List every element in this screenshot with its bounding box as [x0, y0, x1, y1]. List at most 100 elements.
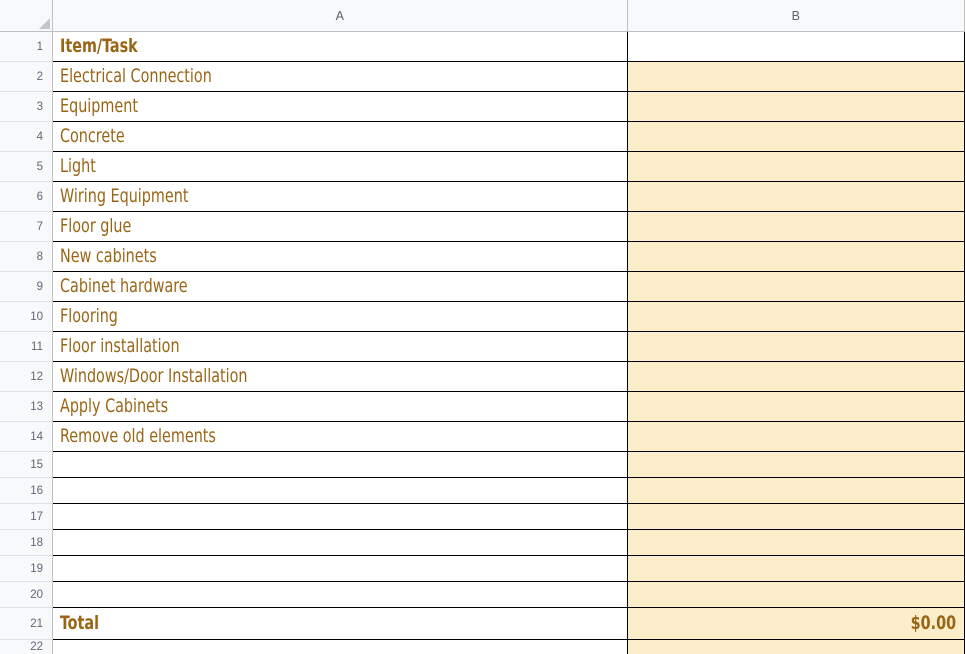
cell-a5-text: Light [60, 155, 96, 177]
cell-a6[interactable]: Wiring Equipment [53, 182, 628, 212]
row-header-13[interactable]: 13 [0, 392, 53, 422]
table-row[interactable]: 9 Cabinet hardware [0, 272, 965, 302]
cell-a5[interactable]: Light [53, 152, 628, 182]
cell-a1-text: Item/Task [60, 35, 138, 57]
cell-a14[interactable]: Remove old elements [53, 422, 628, 452]
row-header-5[interactable]: 5 [0, 152, 53, 182]
cell-a17[interactable] [53, 504, 628, 530]
cell-a22[interactable] [53, 640, 628, 654]
table-row[interactable]: 22 [0, 640, 965, 654]
cell-a13[interactable]: Apply Cabinets [53, 392, 628, 422]
row-header-17[interactable]: 17 [0, 504, 53, 530]
cell-b5[interactable] [628, 152, 965, 182]
cell-b20[interactable] [628, 582, 965, 608]
cell-a8-text: New cabinets [60, 245, 157, 267]
table-row[interactable]: 3 Equipment [0, 92, 965, 122]
table-row[interactable]: 20 [0, 582, 965, 608]
row-header-7[interactable]: 7 [0, 212, 53, 242]
row-header-20[interactable]: 20 [0, 582, 53, 608]
table-row[interactable]: 15 [0, 452, 965, 478]
table-row[interactable]: 2 Electrical Connection [0, 62, 965, 92]
table-row[interactable]: 18 [0, 530, 965, 556]
row-header-9[interactable]: 9 [0, 272, 53, 302]
cell-a20[interactable] [53, 582, 628, 608]
grid-body[interactable]: 1 Item/Task 2 Electrical Connection 3 Equipme… [0, 32, 965, 654]
cell-b10[interactable] [628, 302, 965, 332]
row-header-4[interactable]: 4 [0, 122, 53, 152]
cell-a18[interactable] [53, 530, 628, 556]
row-header-10[interactable]: 10 [0, 302, 53, 332]
row-header-8[interactable]: 8 [0, 242, 53, 272]
cell-b9[interactable] [628, 272, 965, 302]
table-row[interactable]: 4 Concrete [0, 122, 965, 152]
cell-a15[interactable] [53, 452, 628, 478]
table-row[interactable]: 21 Total $0.00 [0, 608, 965, 640]
table-row[interactable]: 6 Wiring Equipment [0, 182, 965, 212]
table-row[interactable]: 13 Apply Cabinets [0, 392, 965, 422]
cell-b16[interactable] [628, 478, 965, 504]
cell-a7[interactable]: Floor glue [53, 212, 628, 242]
table-row[interactable]: 7 Floor glue [0, 212, 965, 242]
cell-a1[interactable]: Item/Task [53, 32, 628, 62]
cell-b4[interactable] [628, 122, 965, 152]
cell-a19[interactable] [53, 556, 628, 582]
cell-a2[interactable]: Electrical Connection [53, 62, 628, 92]
row-header-6[interactable]: 6 [0, 182, 53, 212]
row-header-16[interactable]: 16 [0, 478, 53, 504]
cell-b7[interactable] [628, 212, 965, 242]
cell-b11[interactable] [628, 332, 965, 362]
select-all-corner[interactable] [0, 0, 53, 31]
row-header-22[interactable]: 22 [0, 640, 53, 654]
table-row[interactable]: 14 Remove old elements [0, 422, 965, 452]
cell-b18[interactable] [628, 530, 965, 556]
table-row[interactable]: 11 Floor installation [0, 332, 965, 362]
table-row[interactable]: 12 Windows/Door Installation [0, 362, 965, 392]
row-header-19[interactable]: 19 [0, 556, 53, 582]
cell-a8[interactable]: New cabinets [53, 242, 628, 272]
cell-b12[interactable] [628, 362, 965, 392]
cell-a10[interactable]: Flooring [53, 302, 628, 332]
table-row[interactable]: 5 Light [0, 152, 965, 182]
table-row[interactable]: 16 [0, 478, 965, 504]
table-row[interactable]: 8 New cabinets [0, 242, 965, 272]
cell-b21[interactable]: $0.00 [628, 608, 965, 640]
row-header-1[interactable]: 1 [0, 32, 53, 62]
cell-a11-text: Floor installation [60, 335, 180, 357]
cell-a16[interactable] [53, 478, 628, 504]
cell-b19[interactable] [628, 556, 965, 582]
cell-a4[interactable]: Concrete [53, 122, 628, 152]
cell-b1[interactable] [628, 32, 965, 62]
cell-b17[interactable] [628, 504, 965, 530]
row-header-2[interactable]: 2 [0, 62, 53, 92]
cell-b8[interactable] [628, 242, 965, 272]
cell-b2[interactable] [628, 62, 965, 92]
row-header-15[interactable]: 15 [0, 452, 53, 478]
column-header-a[interactable]: A [53, 0, 628, 31]
cell-a9[interactable]: Cabinet hardware [53, 272, 628, 302]
table-row[interactable]: 10 Flooring [0, 302, 965, 332]
cell-a3[interactable]: Equipment [53, 92, 628, 122]
table-row[interactable]: 1 Item/Task [0, 32, 965, 62]
cell-b6[interactable] [628, 182, 965, 212]
cell-a11[interactable]: Floor installation [53, 332, 628, 362]
cell-a12[interactable]: Windows/Door Installation [53, 362, 628, 392]
row-header-14[interactable]: 14 [0, 422, 53, 452]
row-header-3[interactable]: 3 [0, 92, 53, 122]
spreadsheet-grid[interactable]: A B 1 Item/Task 2 Electrical Connection 3 Equ… [0, 0, 965, 654]
cell-b3[interactable] [628, 92, 965, 122]
cell-a21-text: Total [60, 612, 100, 634]
cell-a10-text: Flooring [60, 305, 118, 327]
row-header-11[interactable]: 11 [0, 332, 53, 362]
cell-b15[interactable] [628, 452, 965, 478]
cell-a21[interactable]: Total [53, 608, 628, 640]
row-header-12[interactable]: 12 [0, 362, 53, 392]
select-all-triangle-icon [39, 18, 50, 29]
row-header-18[interactable]: 18 [0, 530, 53, 556]
table-row[interactable]: 19 [0, 556, 965, 582]
column-header-b[interactable]: B [628, 0, 965, 31]
table-row[interactable]: 17 [0, 504, 965, 530]
cell-b14[interactable] [628, 422, 965, 452]
cell-b22[interactable] [628, 640, 965, 654]
cell-b13[interactable] [628, 392, 965, 422]
row-header-21[interactable]: 21 [0, 608, 53, 640]
